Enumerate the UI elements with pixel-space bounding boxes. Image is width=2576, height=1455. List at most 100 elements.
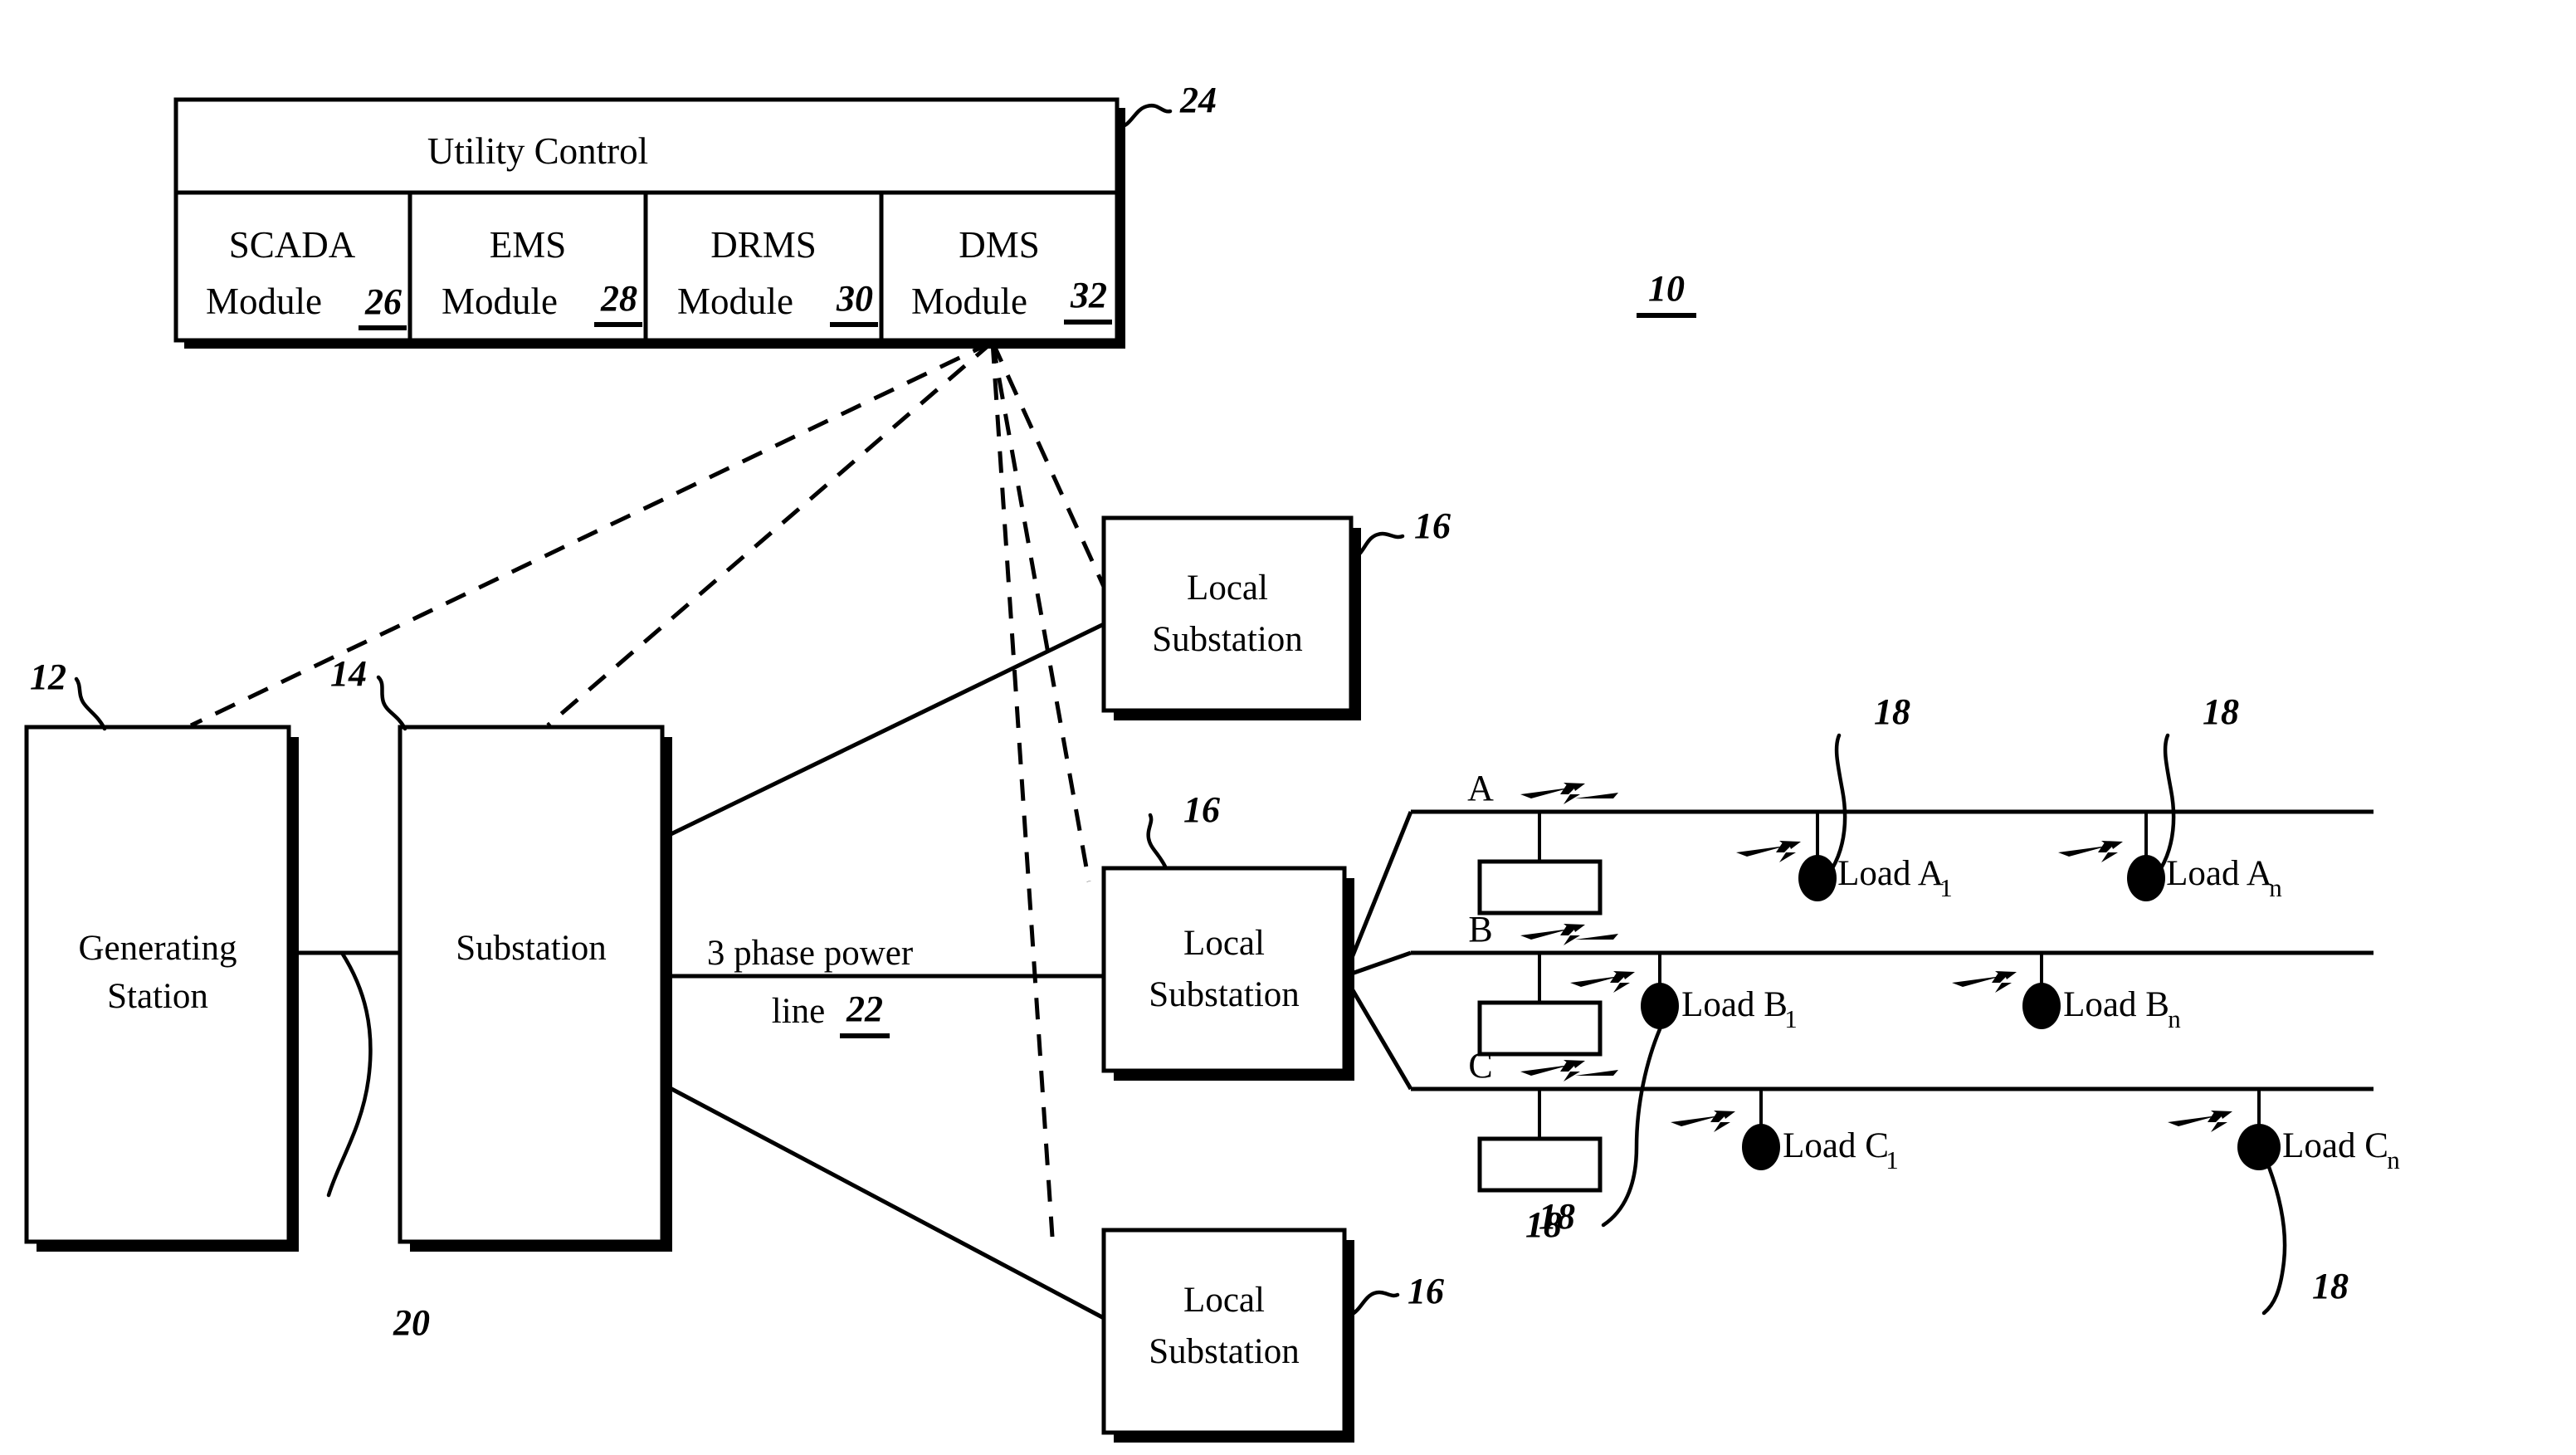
transformer-box-icon-phase-b [1477,1000,1603,1057]
ref-16-mid: 16 [1183,789,1220,830]
generating-station-line2: Station [107,977,208,1016]
lightning-bolt-icon-b1 [1570,971,1635,993]
figure-number-10: 10 [1637,268,1696,318]
dashed-link-to-local-substation-top [990,340,1111,599]
local-substation-top-line2: Substation [1152,620,1303,659]
ref-26: 26 [364,281,402,322]
load-bn-subscript: n [2168,1004,2181,1033]
load-node-icon-bn [2022,983,2061,1029]
local-substation-bottom-box [1101,1228,1347,1435]
leader-14 [376,675,407,731]
leader-18-a1 [1830,733,1847,871]
phase-a-label: A [1467,768,1494,808]
local-substation-mid-line1: Local [1183,924,1265,963]
ref-10: 10 [1648,268,1685,309]
dashed-link-to-local-substation-mid [990,341,1091,882]
load-c-n: Load C n 18 [2168,1089,2400,1316]
local-substation-bottom-line1: Local [1183,1281,1265,1320]
load-b1-subscript: 1 [1784,1004,1798,1033]
power-line-text-2: line [772,992,825,1031]
load-an-subscript: n [2269,873,2282,902]
ref-32: 32 [1070,275,1107,315]
ref-20: 20 [393,1302,430,1343]
phase-b-label: B [1468,909,1492,950]
trunk-line-to-top-substation [661,622,1105,841]
load-c1-label: Load C [1783,1126,1889,1165]
lightning-bolt-icon-a1 [1736,841,1801,862]
load-node-icon-an [2127,855,2165,901]
leader-18-an [2159,733,2176,871]
load-cn-label: Load C [2282,1126,2388,1165]
local-substation-top: Local Substation 16 [1101,505,1451,720]
lightning-bolt-icon-cn [2168,1111,2232,1132]
ref-30: 30 [836,278,873,319]
load-c-1: Load C 1 [1671,1089,1899,1174]
load-node-icon-b1 [1641,983,1679,1029]
substation-label: Substation [456,929,607,968]
utility-control-title: Utility Control [427,130,648,172]
module-name-scada: SCADA [229,224,356,266]
figure-canvas: Utility Control SCADA Module 26 EMS Modu… [24,80,2400,1443]
load-node-icon-cn [2237,1124,2281,1170]
load-c1-subscript: 1 [1886,1145,1899,1174]
local-substation-top-line1: Local [1187,569,1268,608]
phase-c-group: C 18 Load C 1 Load C n 18 [1411,1045,2400,1316]
ref-18-an: 18 [2203,691,2239,732]
module-name-dms: DMS [959,224,1040,266]
local-substation-mid-line2: Substation [1149,975,1300,1014]
load-a-n: Load A n 18 [2058,691,2282,902]
lightning-bolt-icon-phase-a [1520,783,1618,804]
phase-a-group: A Load A 1 18 Load A n 18 [1411,691,2374,915]
load-b-n: Load B n [1952,953,2181,1033]
patent-figure: Utility Control SCADA Module 26 EMS Modu… [0,0,2576,1455]
leader-12 [74,676,107,731]
phase-b-group: B Load B 1 18 Load B n [1411,909,2374,1245]
load-bn-label: Load B [2063,985,2169,1024]
lightning-bolt-icon-phase-c [1520,1060,1618,1081]
load-a-1: Load A 1 18 [1736,691,1953,902]
dashed-link-to-generating-station [189,339,994,728]
local-substation-top-box [1101,515,1354,713]
ref-18-phase-c: 18 [1539,1196,1575,1237]
module-sub-scada: Module [206,281,322,322]
ref-24: 24 [1179,80,1217,120]
ref-16-bottom: 16 [1408,1271,1444,1311]
leader-20 [326,950,373,1198]
dashed-link-to-substation [546,340,994,727]
ref-22: 22 [846,989,883,1029]
lightning-bolt-icon-an [2058,841,2123,862]
lightning-bolt-icon-c1 [1671,1111,1735,1132]
load-b1-label: Load B [1681,985,1788,1024]
substation-box [398,725,665,1244]
module-sub-dms: Module [911,281,1027,322]
load-node-icon-c1 [1742,1124,1780,1170]
phase-c-label: C [1468,1045,1492,1086]
ref-14: 14 [330,653,367,694]
module-name-ems: EMS [490,224,567,266]
local-substation-bottom: Local Substation 16 [1101,1228,1444,1443]
transformer-box-icon-phase-a [1477,859,1603,915]
leader-16-mid [1146,813,1168,869]
generating-station-line1: Generating [78,929,237,968]
leader-16-top [1352,531,1405,560]
load-a1-label: Load A [1837,854,1944,893]
local-substation-bottom-line2: Substation [1149,1332,1300,1371]
local-substation-middle: Local Substation 16 [1101,789,1354,1081]
load-node-icon-a1 [1798,855,1837,901]
trunk-line-to-bottom-substation [661,1081,1105,1321]
local-substation-mid-box [1101,866,1347,1073]
ref-12: 12 [30,657,66,697]
load-cn-subscript: n [2387,1145,2400,1174]
load-a1-subscript: 1 [1939,873,1953,902]
leader-16-bottom [1349,1290,1400,1317]
ref-18-cn: 18 [2312,1266,2349,1306]
lightning-bolt-icon-phase-b [1520,924,1618,945]
module-sub-ems: Module [442,281,558,322]
ref-18-a1: 18 [1874,691,1910,732]
ref-16-top: 16 [1414,505,1451,546]
ref-28: 28 [600,278,637,319]
load-an-label: Load A [2166,854,2272,893]
power-line-text-1: 3 phase power [707,934,913,973]
leader-18-cn [2261,1164,2287,1316]
module-sub-drms: Module [677,281,793,322]
